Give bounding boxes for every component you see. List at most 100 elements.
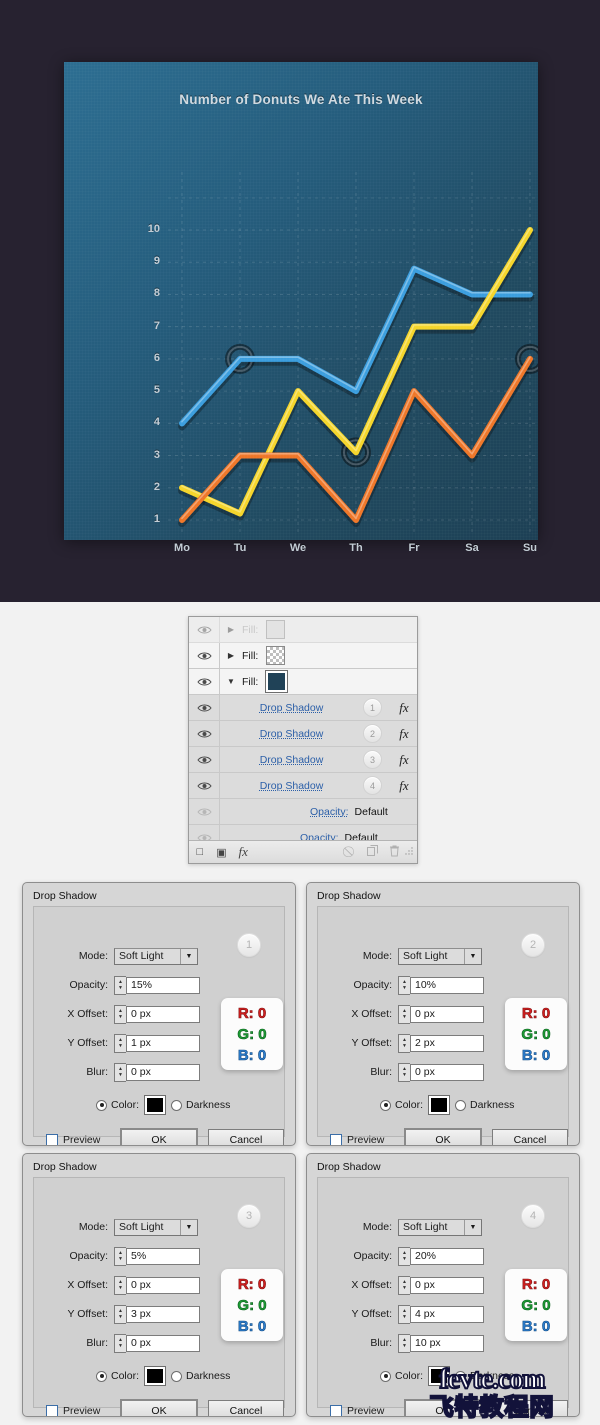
eye-visibility-icon[interactable]: [189, 747, 220, 772]
blur-stepper[interactable]: ▲ ▼: [398, 1333, 410, 1353]
layer-thumbnail-swatch[interactable]: [266, 620, 286, 639]
x-offset-stepper[interactable]: ▲ ▼: [114, 1275, 126, 1295]
ok-button[interactable]: OK: [404, 1128, 482, 1145]
y-offset-input[interactable]: 1 px: [126, 1034, 200, 1052]
preview-checkbox[interactable]: [46, 1405, 58, 1416]
blur-input[interactable]: 0 px: [126, 1334, 200, 1352]
y-offset-stepper[interactable]: ▲ ▼: [398, 1033, 410, 1053]
layer-row-fill[interactable]: ▶ Fill:: [189, 643, 417, 669]
color-radio[interactable]: [380, 1099, 391, 1111]
chevron-right-icon[interactable]: ▶: [220, 625, 242, 634]
opacity-stepper[interactable]: ▲ ▼: [398, 975, 410, 995]
shadow-color-swatch[interactable]: [428, 1366, 451, 1386]
fx-icon[interactable]: fx: [391, 778, 417, 794]
opacity-stepper[interactable]: ▲ ▼: [114, 1246, 126, 1266]
darkness-radio[interactable]: [171, 1099, 183, 1111]
cancel-button[interactable]: Cancel: [208, 1129, 284, 1145]
drop-shadow-dialog[interactable]: Drop Shadow Mode: Soft Light ▼ Opacity: ▲ ▼ 5% X…: [22, 1153, 296, 1417]
eye-visibility-icon[interactable]: [189, 799, 220, 824]
eye-visibility-icon[interactable]: [189, 773, 220, 798]
layer-row-effect[interactable]: Drop Shadow 4 fx: [189, 773, 417, 799]
darkness-radio[interactable]: [455, 1370, 467, 1382]
opacity-stepper[interactable]: ▲ ▼: [114, 975, 126, 995]
color-radio[interactable]: [96, 1370, 107, 1382]
effect-name-label[interactable]: Drop Shadow: [220, 702, 363, 714]
eye-visibility-icon[interactable]: [189, 643, 220, 668]
eye-visibility-icon[interactable]: [189, 669, 220, 694]
opacity-key-label[interactable]: Opacity:: [310, 806, 349, 818]
opacity-input[interactable]: 20%: [410, 1247, 484, 1265]
chevron-down-icon[interactable]: ▼: [464, 1219, 481, 1235]
blur-input[interactable]: 0 px: [126, 1063, 200, 1081]
opacity-stepper[interactable]: ▲ ▼: [398, 1246, 410, 1266]
x-offset-input[interactable]: 0 px: [126, 1276, 200, 1294]
y-offset-stepper[interactable]: ▲ ▼: [114, 1304, 126, 1324]
blur-stepper[interactable]: ▲ ▼: [398, 1062, 410, 1082]
fx-icon[interactable]: fx: [391, 752, 417, 768]
blend-mode-select[interactable]: Soft Light ▼: [114, 1218, 198, 1236]
opacity-input[interactable]: 5%: [126, 1247, 200, 1265]
effect-name-label[interactable]: Drop Shadow: [220, 754, 363, 766]
layer-row-fill[interactable]: ▼ Fill:: [189, 669, 417, 695]
layer-style-fx-icon[interactable]: fx: [232, 844, 254, 860]
ok-button[interactable]: OK: [120, 1128, 198, 1145]
drop-shadow-dialog[interactable]: Drop Shadow Mode: Soft Light ▼ Opacity: ▲ ▼ 20%…: [306, 1153, 580, 1417]
eye-visibility-icon[interactable]: [189, 695, 220, 720]
x-offset-input[interactable]: 0 px: [126, 1005, 200, 1023]
cancel-button[interactable]: Cancel: [208, 1400, 284, 1416]
eye-visibility-icon[interactable]: [189, 617, 220, 642]
preview-checkbox-group[interactable]: Preview: [330, 1405, 404, 1416]
layer-row-effect[interactable]: Drop Shadow 1 fx: [189, 695, 417, 721]
layer-row-effect[interactable]: Drop Shadow 3 fx: [189, 747, 417, 773]
cancel-button[interactable]: Cancel: [492, 1400, 568, 1416]
shadow-color-swatch[interactable]: [144, 1366, 167, 1386]
chevron-right-icon[interactable]: ▶: [220, 651, 242, 660]
fx-icon[interactable]: fx: [391, 700, 417, 716]
layer-mask-icon[interactable]: ▣: [211, 846, 233, 859]
delete-layer-icon[interactable]: [383, 845, 405, 860]
opacity-input[interactable]: 10%: [410, 976, 484, 994]
blur-input[interactable]: 0 px: [410, 1063, 484, 1081]
effect-name-label[interactable]: Drop Shadow: [220, 780, 363, 792]
ok-button[interactable]: OK: [120, 1399, 198, 1416]
layer-row-effect[interactable]: Drop Shadow 2 fx: [189, 721, 417, 747]
eye-visibility-icon[interactable]: [189, 721, 220, 746]
y-offset-input[interactable]: 3 px: [126, 1305, 200, 1323]
x-offset-stepper[interactable]: ▲ ▼: [398, 1004, 410, 1024]
shadow-color-swatch[interactable]: [144, 1095, 167, 1115]
preview-checkbox-group[interactable]: Preview: [330, 1134, 404, 1145]
blur-input[interactable]: 10 px: [410, 1334, 484, 1352]
layers-panel[interactable]: ▶ Fill: ▶ Fill: ▼ Fill: Drop Shadow 1 fx Drop Sha…: [188, 616, 418, 864]
chevron-down-icon[interactable]: ▼: [180, 948, 197, 964]
layer-row-opacity[interactable]: Opacity: Default: [189, 799, 417, 825]
y-offset-stepper[interactable]: ▲ ▼: [114, 1033, 126, 1053]
color-radio[interactable]: [380, 1370, 391, 1382]
layer-thumbnail-swatch[interactable]: [265, 670, 289, 693]
preview-checkbox[interactable]: [330, 1134, 342, 1145]
x-offset-input[interactable]: 0 px: [410, 1005, 484, 1023]
adjustment-layer-icon[interactable]: ⃠: [340, 846, 362, 859]
layer-thumbnail-swatch[interactable]: [266, 646, 286, 665]
layer-row-fill[interactable]: ▶ Fill:: [189, 617, 417, 643]
opacity-input[interactable]: 15%: [126, 976, 200, 994]
preview-checkbox[interactable]: [46, 1134, 58, 1145]
x-offset-stepper[interactable]: ▲ ▼: [114, 1004, 126, 1024]
blur-stepper[interactable]: ▲ ▼: [114, 1062, 126, 1082]
blend-mode-select[interactable]: Soft Light ▼: [114, 947, 198, 965]
effect-name-label[interactable]: Drop Shadow: [220, 728, 363, 740]
preview-checkbox[interactable]: [330, 1405, 342, 1416]
chevron-down-icon[interactable]: ▼: [180, 1219, 197, 1235]
link-layers-icon[interactable]: □: [189, 846, 211, 858]
y-offset-input[interactable]: 2 px: [410, 1034, 484, 1052]
chevron-down-icon[interactable]: ▼: [464, 948, 481, 964]
color-radio[interactable]: [96, 1099, 107, 1111]
darkness-radio[interactable]: [455, 1099, 467, 1111]
fx-icon[interactable]: fx: [391, 726, 417, 742]
preview-checkbox-group[interactable]: Preview: [46, 1134, 120, 1145]
preview-checkbox-group[interactable]: Preview: [46, 1405, 120, 1416]
drop-shadow-dialog[interactable]: Drop Shadow Mode: Soft Light ▼ Opacity: ▲ ▼ 15%…: [22, 882, 296, 1146]
cancel-button[interactable]: Cancel: [492, 1129, 568, 1145]
y-offset-stepper[interactable]: ▲ ▼: [398, 1304, 410, 1324]
shadow-color-swatch[interactable]: [428, 1095, 451, 1115]
new-layer-icon[interactable]: [362, 845, 384, 859]
